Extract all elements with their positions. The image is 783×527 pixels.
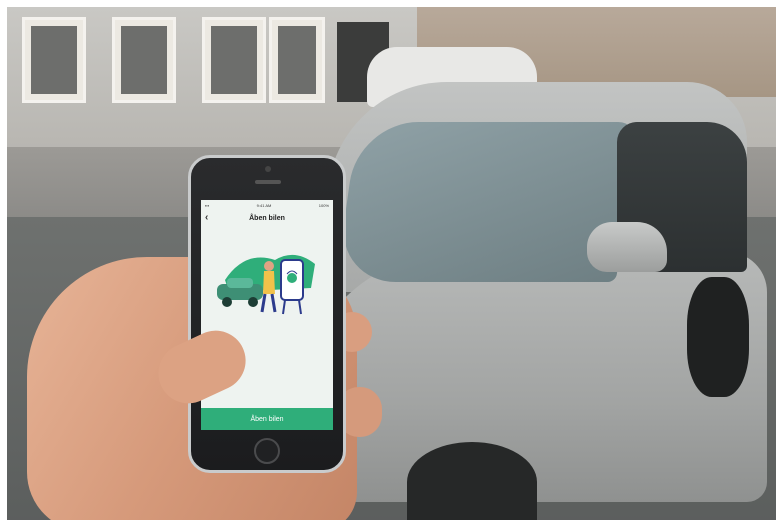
illustration-phone-icon (287, 273, 297, 283)
status-time: 9:41 AM (256, 202, 272, 208)
illustration-person-body (263, 271, 275, 294)
home-button[interactable] (254, 438, 280, 464)
building-window (112, 17, 176, 103)
nav-bar: ‹ Åben bilen (201, 210, 333, 226)
open-car-button[interactable]: Åben bilen (201, 408, 333, 430)
car-rear-wheel (687, 277, 749, 397)
illustration-wheel (248, 297, 258, 307)
illustration-wheel (222, 297, 232, 307)
car-side-mirror (587, 222, 667, 272)
illustration-person-head (264, 261, 274, 271)
building-window (22, 17, 86, 103)
illustration-person-leg (260, 293, 267, 313)
photo: ▪▪▪ 9:41 AM 100% ‹ Åben bilen Åben bilen (7, 7, 776, 520)
signal-icon: ▪▪▪ (205, 202, 210, 208)
car-front-wheel (407, 442, 537, 520)
illustration-phone-leg (282, 299, 286, 315)
screen-title: Åben bilen (249, 214, 285, 222)
open-car-illustration (217, 254, 315, 315)
smartphone: ▪▪▪ 9:41 AM 100% ‹ Åben bilen Åben bilen (188, 155, 346, 473)
silver-car (287, 82, 767, 520)
building-window (202, 17, 266, 103)
phone-speaker (255, 180, 281, 184)
front-camera (265, 166, 271, 172)
illustration-person-leg (270, 293, 277, 313)
phone-screen: ▪▪▪ 9:41 AM 100% ‹ Åben bilen Åben bilen (201, 200, 333, 430)
battery-label: 100% (318, 202, 329, 208)
illustration-phone-leg (298, 299, 302, 315)
status-bar: ▪▪▪ 9:41 AM 100% (201, 200, 333, 210)
illustration-car-window (227, 278, 253, 288)
chevron-left-icon[interactable]: ‹ (205, 212, 208, 224)
